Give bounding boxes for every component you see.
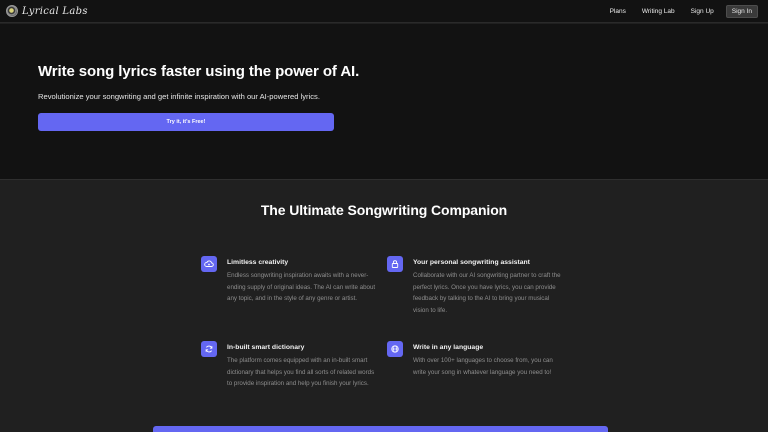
feature-description: Collaborate with our AI songwriting part… [413,272,561,314]
feature-description: With over 100+ languages to choose from,… [413,357,553,376]
feature-title: Limitless creativity [227,259,289,266]
logo-icon [6,5,18,17]
feature-description: The platform comes equipped with an in-b… [227,357,375,387]
hero-title: Write song lyrics faster using the power… [38,63,360,80]
sparkle-cloud-icon [201,256,217,272]
feature-description: Endless songwriting inspiration awaits w… [227,272,376,302]
feature-title: Write in any language [413,344,484,351]
nav-link-sign-up[interactable]: Sign Up [691,8,714,15]
feature-title: Your personal songwriting assistant [413,259,530,266]
bottom-cta-banner[interactable] [153,426,608,432]
logo[interactable]: Lyrical Labs [6,4,88,18]
hero-section: Write song lyrics faster using the power… [0,24,768,180]
try-free-button[interactable]: Try it, it's Free! [38,113,334,131]
logo-text: Lyrical Labs [22,5,88,17]
nav-link-writing-lab[interactable]: Writing Lab [642,8,675,15]
top-navigation-bar: Lyrical Labs Plans Writing Lab Sign Up S… [0,0,768,23]
features-title: The Ultimate Songwriting Companion [260,202,508,218]
globe-icon [387,341,403,357]
hero-subtitle: Revolutionize your songwriting and get i… [38,92,320,101]
nav-link-plans[interactable]: Plans [610,8,626,15]
sign-in-button[interactable]: Sign In [725,4,758,18]
lock-icon [387,256,403,272]
nav-links: Plans Writing Lab Sign Up Sign In [594,4,758,18]
refresh-icon [201,341,217,357]
feature-title: In-built smart dictionary [227,344,305,351]
